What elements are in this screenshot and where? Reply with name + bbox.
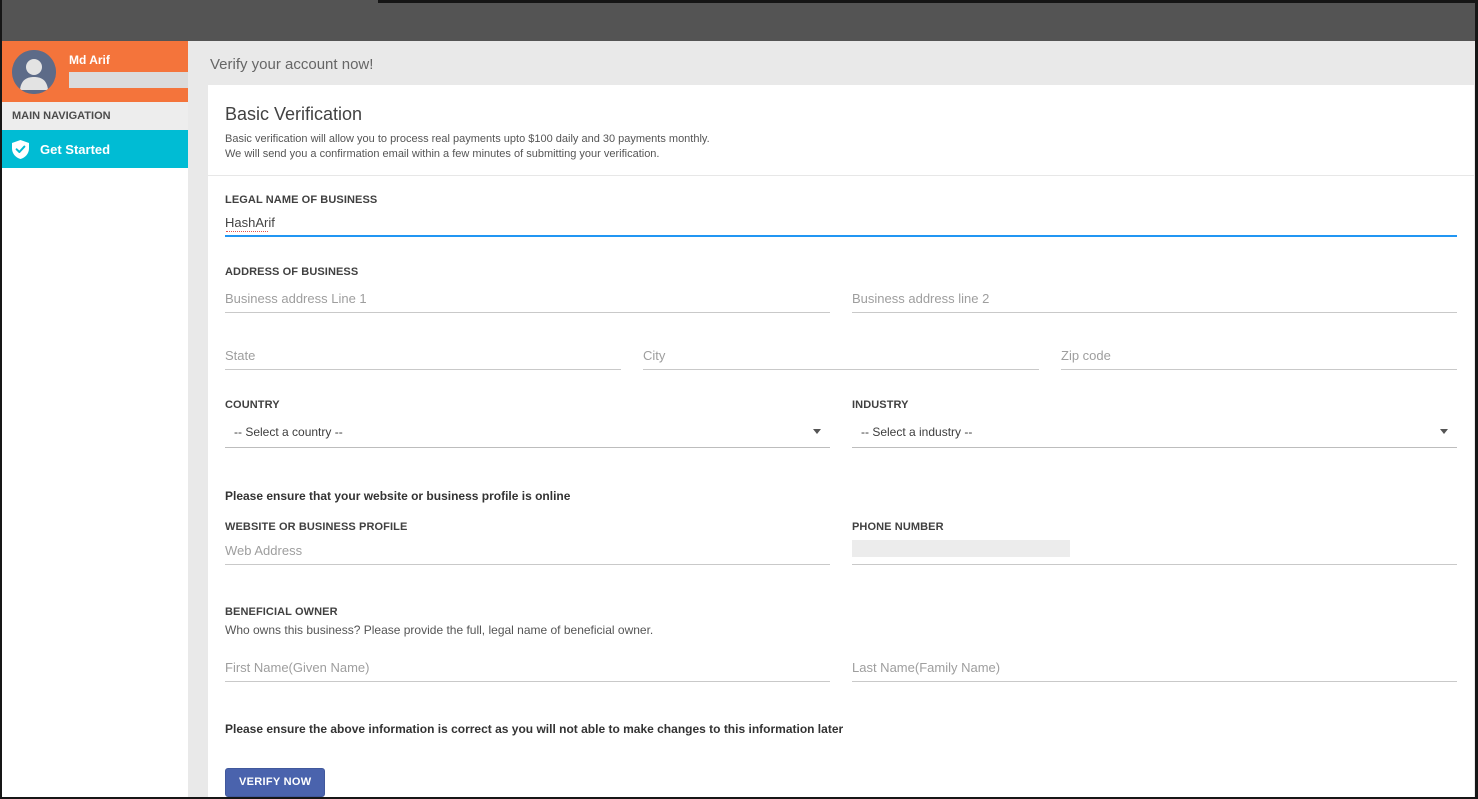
main-content: Verify your account now! Basic Verificat… — [188, 41, 1475, 797]
verify-now-button[interactable]: VERIFY NOW — [225, 768, 325, 797]
sidebar-item-label: Get Started — [40, 142, 110, 157]
card-description-line-2: We will send you a confirmation email wi… — [225, 147, 1457, 162]
country-select-value: -- Select a country -- — [234, 425, 343, 439]
website-label: WEBSITE OR BUSINESS PROFILE — [225, 521, 830, 533]
user-email-redacted-box — [69, 72, 191, 88]
chevron-down-icon — [1440, 429, 1448, 434]
chevron-down-icon — [813, 429, 821, 434]
shield-check-icon — [12, 140, 29, 159]
sidebar: Md Arif MAIN NAVIGATION Get Started — [2, 41, 188, 797]
verification-form: LEGAL NAME OF BUSINESS ADDRESS OF BUSINE… — [208, 176, 1474, 797]
card-description-line-1: Basic verification will allow you to pro… — [225, 132, 1457, 147]
sidebar-item-get-started[interactable]: Get Started — [2, 130, 188, 168]
phone-number-label: PHONE NUMBER — [852, 521, 1457, 533]
phone-number-redacted-box — [852, 540, 1070, 557]
sidebar-empty-area — [2, 168, 188, 797]
address-label: ADDRESS OF BUSINESS — [225, 266, 1457, 278]
industry-label: INDUSTRY — [852, 399, 1457, 411]
city-input[interactable] — [643, 343, 1039, 370]
sidebar-nav-header: MAIN NAVIGATION — [2, 102, 188, 130]
last-name-input[interactable] — [852, 655, 1457, 682]
zip-code-input[interactable] — [1061, 343, 1457, 370]
card-title: Basic Verification — [225, 104, 1457, 125]
topbar-notch — [378, 0, 1475, 3]
industry-select[interactable]: -- Select a industry -- — [852, 420, 1457, 448]
user-name: Md Arif — [69, 53, 191, 67]
first-name-input[interactable] — [225, 655, 830, 682]
industry-select-value: -- Select a industry -- — [861, 425, 972, 439]
user-silhouette-icon — [12, 50, 56, 94]
app-window: Md Arif MAIN NAVIGATION Get Started Veri… — [0, 0, 1478, 799]
correct-info-warning: Please ensure the above information is c… — [225, 722, 1457, 736]
legal-name-label: LEGAL NAME OF BUSINESS — [225, 194, 1457, 206]
legal-name-input[interactable] — [225, 210, 1457, 237]
user-avatar — [12, 50, 56, 94]
card-header: Basic Verification Basic verification wi… — [208, 85, 1474, 176]
beneficial-owner-description: Who owns this business? Please provide t… — [225, 623, 1457, 637]
address-line2-input[interactable] — [852, 286, 1457, 313]
page-title: Verify your account now! — [188, 41, 1475, 85]
beneficial-owner-label: BENEFICIAL OWNER — [225, 606, 1457, 618]
website-online-note: Please ensure that your website or busin… — [225, 489, 1457, 503]
verification-card: Basic Verification Basic verification wi… — [208, 85, 1474, 797]
country-select[interactable]: -- Select a country -- — [225, 420, 830, 448]
state-input[interactable] — [225, 343, 621, 370]
website-input[interactable] — [225, 538, 830, 565]
spellcheck-squiggle — [226, 231, 268, 232]
sidebar-user-panel: Md Arif — [2, 41, 188, 102]
country-label: COUNTRY — [225, 399, 830, 411]
browser-topbar — [2, 0, 1475, 41]
address-line1-input[interactable] — [225, 286, 830, 313]
